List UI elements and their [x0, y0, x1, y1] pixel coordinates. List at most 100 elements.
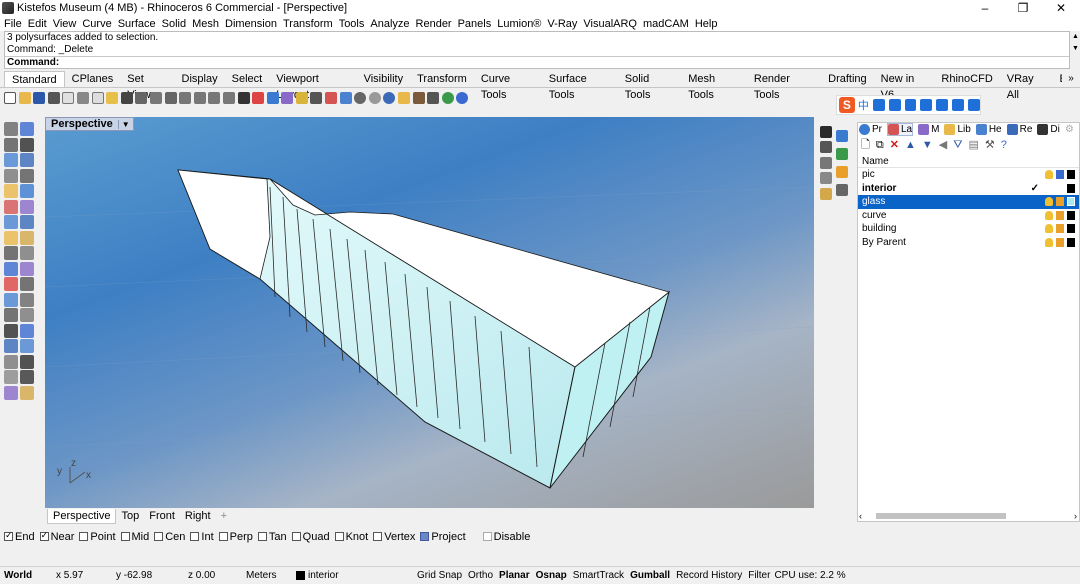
viewport-scene[interactable]	[45, 117, 814, 508]
scroll-up-icon[interactable]: ▲	[1071, 31, 1080, 43]
osnap-end[interactable]: End	[4, 530, 35, 543]
current-layer-check-icon[interactable]: ✓	[1031, 182, 1039, 196]
osnap-mid[interactable]: Mid	[120, 531, 149, 543]
ime-punctuation-icon[interactable]	[872, 99, 885, 111]
check-icon[interactable]	[20, 370, 34, 384]
scroll-right-icon[interactable]: ›	[1074, 511, 1077, 521]
osnap-near[interactable]: Near	[39, 530, 74, 543]
environment-icon[interactable]	[383, 92, 396, 104]
layer-icon[interactable]	[4, 385, 18, 400]
status-units[interactable]: Meters	[246, 570, 286, 581]
collapse-layer-icon[interactable]: ◀	[939, 139, 947, 151]
text-icon[interactable]	[4, 323, 18, 338]
arc-icon[interactable]	[20, 153, 34, 167]
menu-transform[interactable]: Transform	[283, 18, 333, 30]
ime-tools-icon[interactable]	[936, 99, 949, 111]
layer-lock-icon[interactable]	[1056, 210, 1064, 220]
menu-visualarq[interactable]: VisualARQ	[583, 18, 637, 30]
osnap-vertex[interactable]: Vertex	[373, 531, 415, 543]
osnap-tan[interactable]: Tan	[257, 531, 287, 543]
ime-menu-icon[interactable]	[968, 99, 980, 111]
osnap-checkbox[interactable]	[154, 532, 164, 541]
tab-layers[interactable]: La	[887, 123, 914, 136]
osnap-checkbox[interactable]	[218, 532, 228, 541]
osnap-project[interactable]: Project	[420, 531, 466, 543]
ime-language-label[interactable]: 中	[858, 97, 869, 113]
rotate-view-icon[interactable]	[149, 92, 162, 104]
osnap-cen[interactable]: Cen	[154, 531, 185, 543]
tab-rendering[interactable]: Re	[1006, 124, 1032, 135]
zoom-extents-icon[interactable]	[193, 92, 206, 104]
tab-visibility[interactable]: Visibility	[357, 71, 411, 87]
help-icon[interactable]	[456, 92, 469, 104]
tab-surface-tools[interactable]: Surface Tools	[542, 71, 618, 101]
copy-icon[interactable]	[20, 277, 34, 291]
paste-icon[interactable]	[106, 92, 119, 104]
osnap-checkbox[interactable]	[291, 532, 301, 541]
layer-row[interactable]: By Parent	[858, 236, 1079, 250]
layer-row[interactable]: building	[858, 222, 1079, 236]
tab-render-tools[interactable]: Render Tools	[747, 71, 821, 101]
group-icon[interactable]	[4, 339, 18, 353]
viewport-tab-perspective[interactable]: Perspective	[47, 509, 117, 524]
scroll-down-icon[interactable]: ▼	[1071, 43, 1080, 55]
zoom-icon[interactable]	[164, 92, 177, 104]
panel-named-view-icon[interactable]	[820, 141, 832, 153]
ime-keyboard-icon[interactable]	[920, 99, 933, 111]
menu-view[interactable]: View	[53, 18, 77, 30]
smarttrack-toggle[interactable]: SmartTrack	[573, 570, 624, 581]
layer-visibility-bulb-icon[interactable]	[1045, 197, 1053, 207]
osnap-perp[interactable]: Perp	[218, 531, 253, 543]
menu-lumion[interactable]: Lumion®	[497, 18, 541, 30]
menu-render[interactable]: Render	[416, 18, 452, 30]
layer-name-header[interactable]: Name	[858, 155, 1079, 168]
snapshot-icon[interactable]	[427, 92, 440, 104]
osnap-toggle[interactable]: Osnap	[536, 570, 567, 581]
osnap-checkbox[interactable]	[420, 532, 430, 541]
panel-notes-icon[interactable]	[820, 188, 832, 200]
menu-analyze[interactable]: Analyze	[370, 18, 409, 30]
menu-edit[interactable]: Edit	[28, 18, 47, 30]
select-arrow-icon[interactable]	[4, 122, 18, 136]
menu-dimension[interactable]: Dimension	[225, 18, 277, 30]
panel-render-icon[interactable]	[820, 172, 832, 184]
osnap-checkbox[interactable]	[120, 532, 130, 541]
tab-standard[interactable]: Standard	[4, 71, 65, 87]
ortho-toggle[interactable]: Ortho	[468, 570, 493, 581]
plugin-icon[interactable]	[441, 92, 454, 104]
maximize-button[interactable]: ❐	[1004, 0, 1042, 16]
zoom-window-icon[interactable]	[179, 92, 192, 104]
command-scrollbar[interactable]: ▲ ▼	[1071, 31, 1080, 69]
twisted-wall[interactable]	[177, 169, 271, 280]
layer-lock-icon[interactable]	[1056, 224, 1064, 234]
ime-skin-icon[interactable]	[952, 99, 965, 111]
mesh-box-icon[interactable]	[20, 261, 34, 276]
polyline-icon[interactable]	[4, 137, 18, 152]
osnap-checkbox[interactable]	[4, 530, 13, 541]
panel-layer-state-icon[interactable]	[820, 157, 832, 169]
layer-name[interactable]: By Parent	[862, 237, 906, 248]
layer-properties-icon[interactable]: ▤	[968, 139, 978, 151]
menu-solid[interactable]: Solid	[162, 18, 186, 30]
array-icon[interactable]	[4, 308, 18, 322]
layer-lock-icon[interactable]	[1056, 197, 1064, 207]
hatch-icon[interactable]	[20, 354, 34, 369]
layer-color-swatch[interactable]	[1067, 170, 1075, 180]
layer-lock-icon[interactable]	[1056, 170, 1064, 180]
cut-icon[interactable]	[76, 92, 89, 104]
new-file-icon[interactable]	[4, 92, 16, 104]
ime-emoji-icon[interactable]	[888, 99, 901, 111]
layer-row[interactable]: glass	[858, 195, 1079, 209]
tab-viewport-layout[interactable]: Viewport Layout	[269, 71, 356, 101]
select-icon[interactable]	[281, 92, 294, 104]
menu-help[interactable]: Help	[695, 18, 718, 30]
filter-layers-icon[interactable]: ⛛	[953, 139, 962, 151]
new-sublayer-icon[interactable]: ⧉	[876, 139, 884, 151]
analyze-icon[interactable]	[4, 370, 18, 384]
tab-cplanes[interactable]: CPlanes	[65, 71, 121, 87]
polygon-icon[interactable]	[20, 168, 34, 183]
tab-materials[interactable]: M	[918, 124, 939, 135]
filter-toggle[interactable]: Filter	[748, 570, 770, 581]
menu-tools[interactable]: Tools	[339, 18, 365, 30]
layer-name[interactable]: pic	[862, 169, 875, 180]
